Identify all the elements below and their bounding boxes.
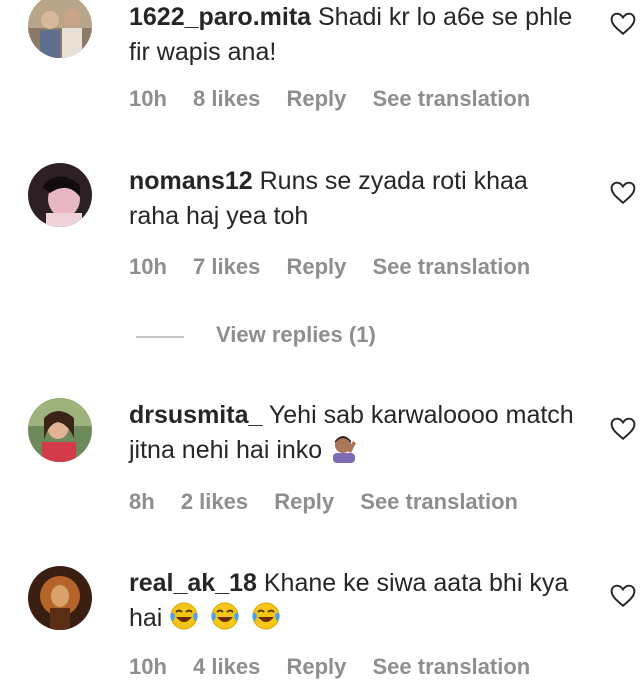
avatar[interactable]: [28, 163, 92, 227]
face-with-tears-of-joy-emoji: [211, 602, 239, 630]
comment-text-block: 1622_paro.mita Shadi kr lo a6e se phle f…: [129, 0, 579, 70]
comment-timestamp: 10h: [129, 86, 167, 111]
comment-timestamp: 10h: [129, 254, 167, 279]
comment-username[interactable]: nomans12: [129, 167, 253, 195]
heart-outline-icon[interactable]: [610, 417, 636, 441]
laugh-emoji-group: [169, 602, 285, 632]
avatar[interactable]: [28, 0, 92, 58]
view-replies-label[interactable]: View replies (1): [216, 322, 376, 348]
replies-divider: [136, 336, 184, 338]
reply-button[interactable]: Reply: [274, 489, 334, 514]
comment-timestamp: 8h: [129, 489, 155, 514]
heart-outline-icon[interactable]: [610, 181, 636, 205]
reply-button[interactable]: Reply: [286, 254, 346, 279]
comment-meta: 10h 8 likes Reply See translation: [129, 86, 550, 112]
likes-count[interactable]: 8 likes: [193, 86, 260, 111]
comment-meta: 8h 2 likes Reply See translation: [129, 489, 538, 515]
comment-text-block: nomans12 Runs se zyada roti khaa raha ha…: [129, 164, 579, 234]
likes-count[interactable]: 4 likes: [193, 654, 260, 679]
comment-username[interactable]: 1622_paro.mita: [129, 3, 311, 31]
person-facepalming-emoji: [333, 436, 357, 463]
comment-username[interactable]: drsusmita_: [129, 401, 262, 429]
reply-button[interactable]: Reply: [286, 654, 346, 679]
reply-button[interactable]: Reply: [286, 86, 346, 111]
comment-text-block: drsusmita_ Yehi sab karwaloooo match jit…: [129, 398, 579, 468]
comment-username[interactable]: real_ak_18: [129, 569, 257, 597]
comment-timestamp: 10h: [129, 654, 167, 679]
comment-meta: 10h 7 likes Reply See translation: [129, 254, 550, 280]
comment-meta: 10h 4 likes Reply See translation: [129, 654, 550, 680]
see-translation-link[interactable]: See translation: [373, 654, 531, 679]
face-with-tears-of-joy-emoji: [252, 602, 280, 630]
avatar[interactable]: [28, 398, 92, 462]
see-translation-link[interactable]: See translation: [360, 489, 518, 514]
see-translation-link[interactable]: See translation: [373, 86, 531, 111]
avatar[interactable]: [28, 566, 92, 630]
face-with-tears-of-joy-emoji: [170, 602, 198, 630]
heart-outline-icon[interactable]: [610, 584, 636, 608]
likes-count[interactable]: 2 likes: [181, 489, 248, 514]
likes-count[interactable]: 7 likes: [193, 254, 260, 279]
heart-outline-icon[interactable]: [610, 12, 636, 36]
comment-text-block: real_ak_18 Khane ke siwa aata bhi kya ha…: [129, 566, 579, 636]
see-translation-link[interactable]: See translation: [373, 254, 531, 279]
